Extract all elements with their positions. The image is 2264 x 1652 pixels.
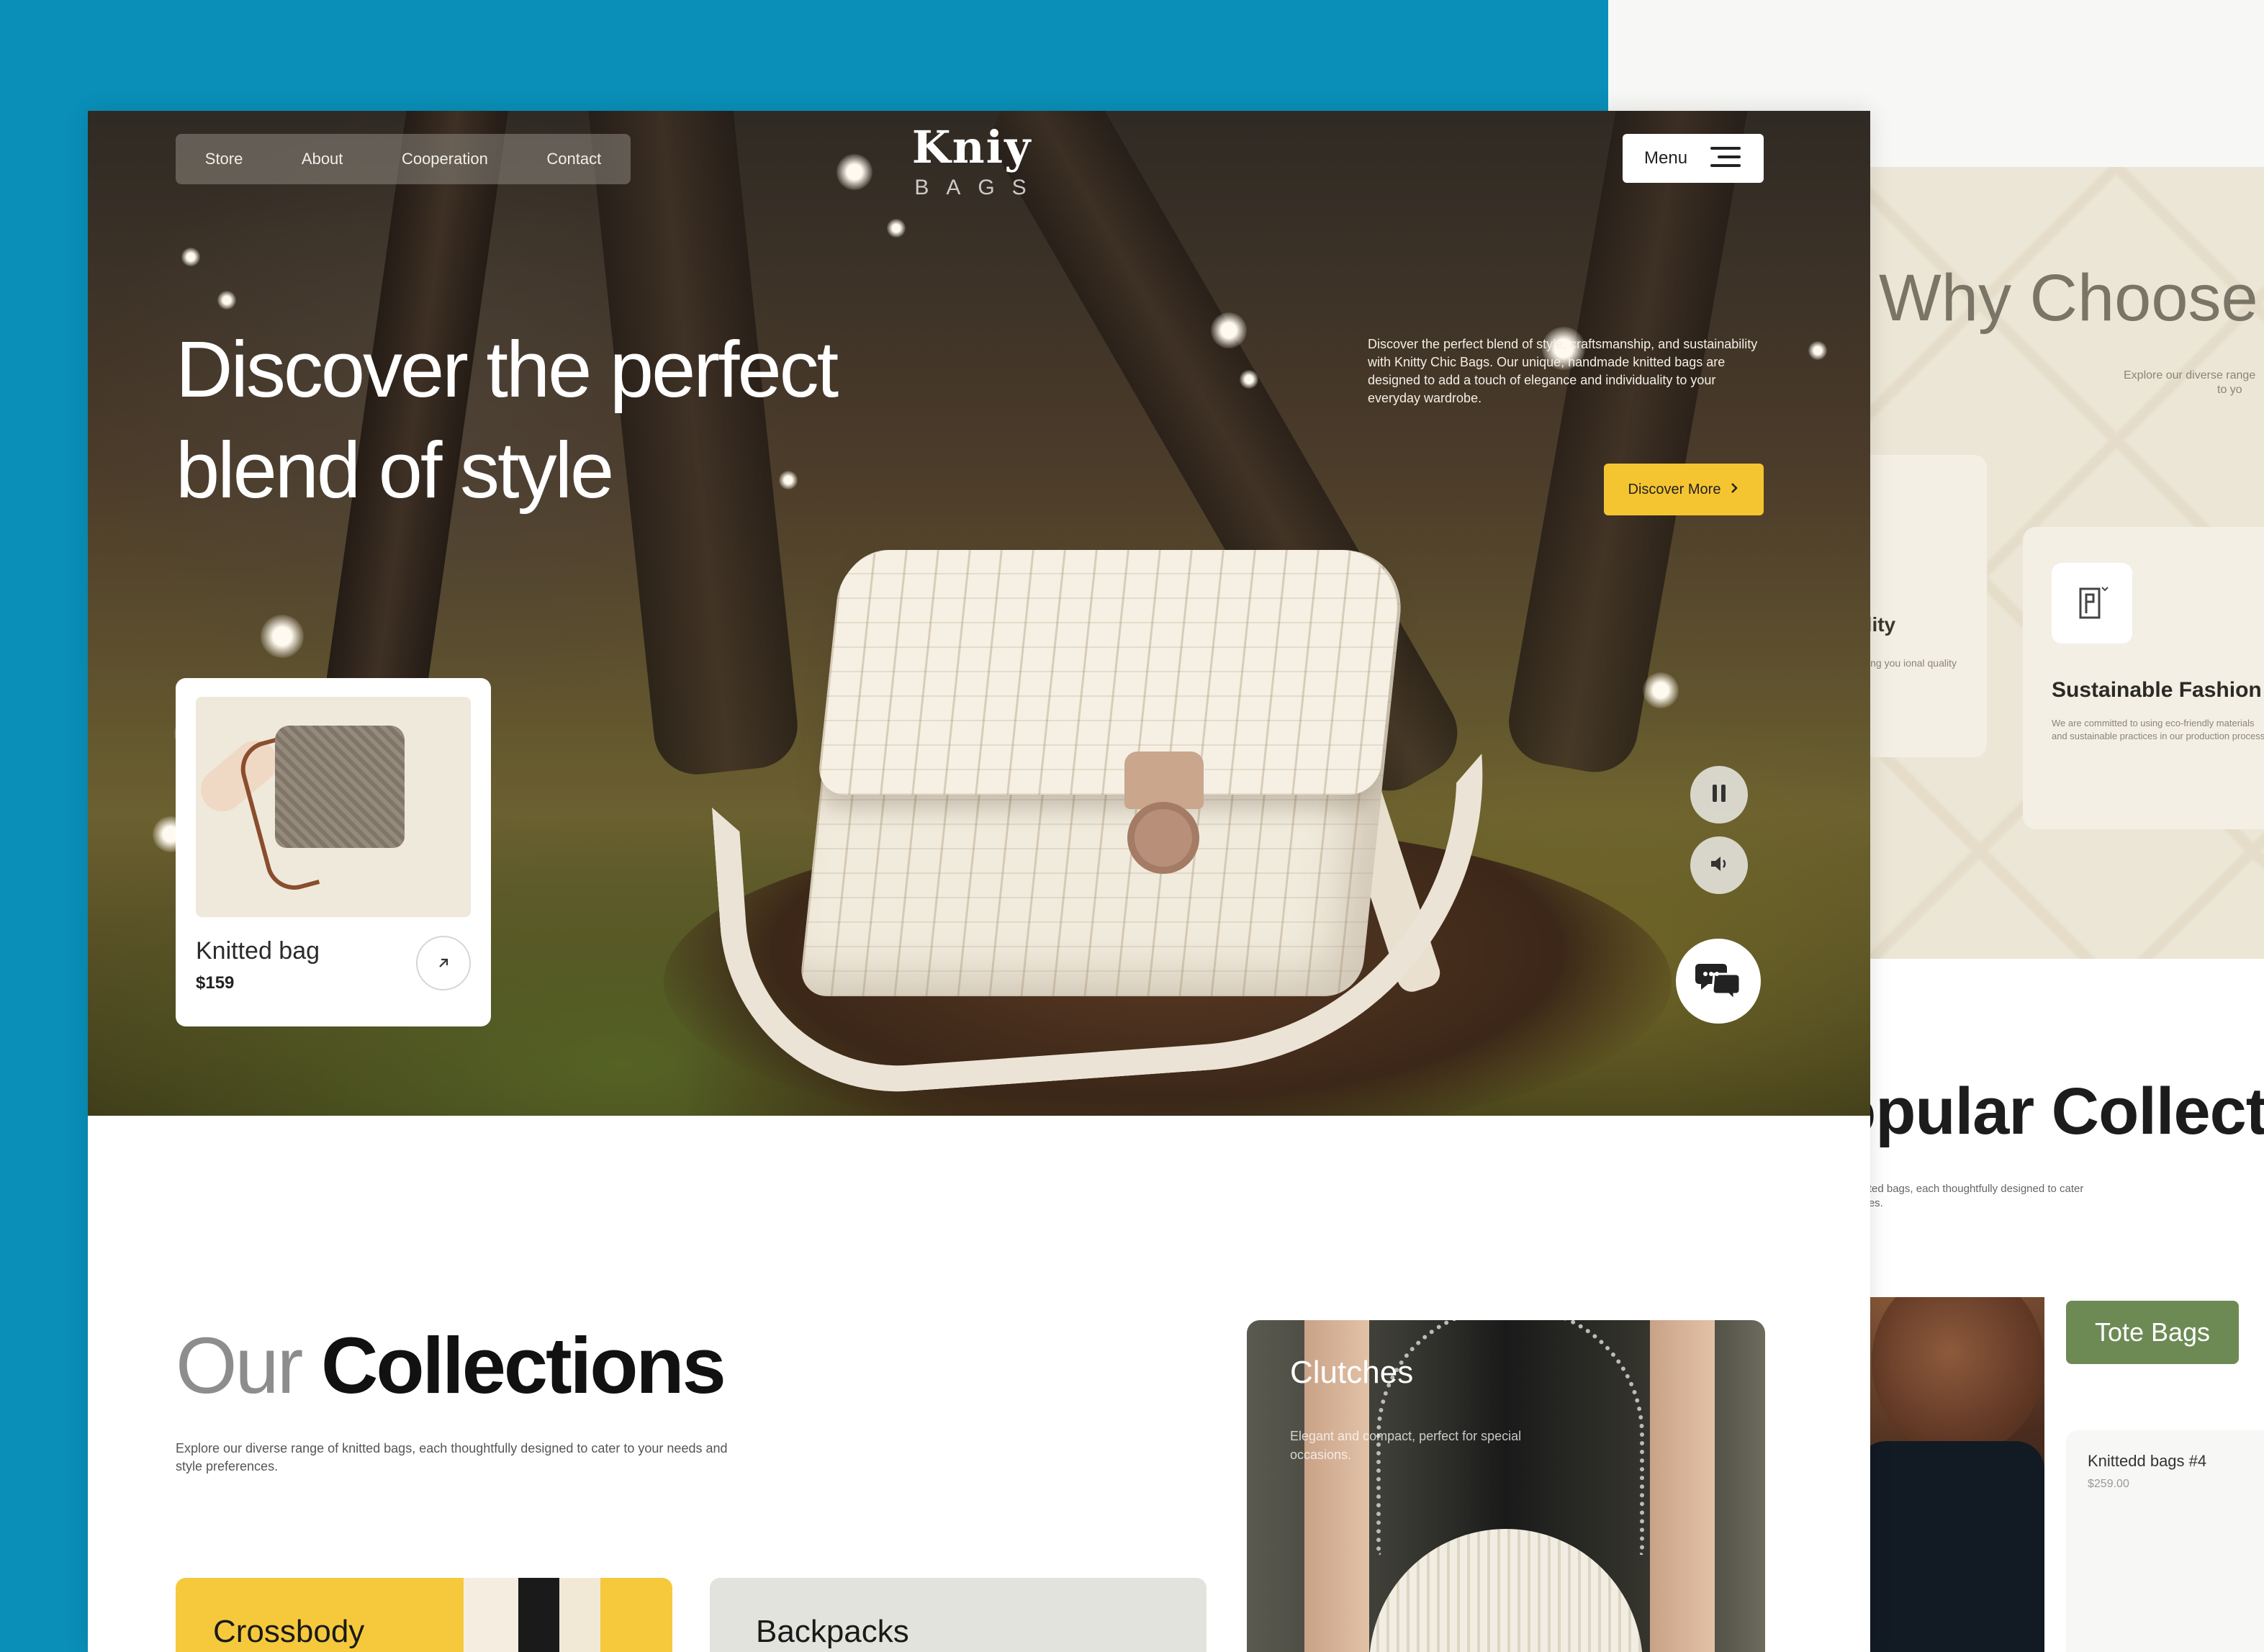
blossom: [1643, 672, 1679, 708]
product-card[interactable]: Knittedd bags #4 $259.00: [2066, 1430, 2264, 1652]
product-price: $259.00: [2088, 1478, 2129, 1490]
nav-cooperation[interactable]: Cooperation: [402, 150, 488, 168]
blossom: [1211, 312, 1247, 348]
collections-title-bold: Collections: [320, 1322, 726, 1410]
nav-about[interactable]: About: [302, 150, 343, 168]
clutches-title: Clutches: [1290, 1355, 1414, 1390]
brand-logo[interactable]: Kniy BAGS: [900, 124, 1044, 200]
hero-description: Discover the perfect blend of style, cra…: [1368, 337, 1758, 405]
why-choose-section: Why Choose Explore our diverse range to …: [1843, 167, 2264, 959]
why-subtitle-line1: Explore our diverse range: [2124, 369, 2256, 382]
category-crossbody-label: Crossbody: [213, 1614, 365, 1649]
category-backpacks[interactable]: Backpacks: [710, 1578, 1207, 1652]
volume-icon: [1708, 853, 1730, 878]
featured-product-card[interactable]: Knitted bag $159: [176, 678, 491, 1026]
hero-title: Discover the perfect blend of style: [176, 320, 968, 521]
tote-bags-button[interactable]: Tote Bags: [2066, 1301, 2239, 1364]
popular-subtitle-line2: nces.: [1857, 1196, 2083, 1211]
product-price: $159: [196, 973, 235, 993]
volume-button[interactable]: [1690, 836, 1748, 894]
blossom: [1808, 341, 1827, 360]
popular-collections-title: opular Collect: [1843, 1075, 2264, 1148]
popular-collections-subtitle: nitted bags, each thoughtfully designed …: [1857, 1182, 2083, 1211]
hero-section: Store About Cooperation Contact Kniy BAG…: [88, 111, 1870, 1116]
discover-more-button[interactable]: Discover More: [1604, 464, 1764, 515]
clutches-description: Elegant and compact, perfect for special…: [1290, 1429, 1522, 1462]
tree-trunk: [1502, 111, 1755, 780]
nav-contact[interactable]: Contact: [546, 150, 601, 168]
hero-bag-image: [664, 521, 1672, 1116]
category-crossbody[interactable]: Crossbody: [176, 1578, 672, 1652]
crossbody-image: [464, 1578, 600, 1652]
blossom: [836, 154, 872, 190]
model-photo: [1843, 1297, 2044, 1652]
blossom: [261, 615, 304, 658]
collections-title: Our Collections: [176, 1320, 726, 1412]
discover-more-label: Discover More: [1628, 481, 1721, 497]
logo-subtitle: BAGS: [914, 176, 1044, 199]
blossom: [181, 248, 200, 266]
chevron-right-icon: [1729, 482, 1739, 498]
why-choose-subtitle: Explore our diverse range to yo: [2124, 369, 2255, 397]
top-nav: Store About Cooperation Contact: [176, 134, 631, 184]
menu-lines-icon: [1709, 144, 1742, 173]
pause-button[interactable]: [1690, 766, 1748, 823]
why-subtitle-line2: to yo: [2217, 384, 2242, 396]
hero-title-line1: Discover the perfect: [176, 325, 839, 414]
nav-store[interactable]: Store: [205, 150, 243, 168]
category-clutches[interactable]: Clutches Elegant and compact, perfect fo…: [1247, 1320, 1765, 1652]
menu-label: Menu: [1644, 148, 1688, 168]
logo-wordmark: Kniy: [911, 121, 1032, 173]
hero-title-line2: blend of style: [176, 426, 614, 515]
bag-clasp: [1124, 751, 1204, 910]
main-page: Store About Cooperation Contact Kniy BAG…: [88, 111, 1870, 1652]
collections-title-light: Our: [176, 1322, 303, 1410]
blossom: [887, 219, 906, 238]
fashion-tag-icon: [2052, 563, 2132, 644]
blossom: [217, 291, 236, 310]
menu-button[interactable]: Menu: [1623, 134, 1764, 183]
model-face: [1872, 1297, 2044, 1455]
collections-subtitle: Explore our diverse range of knitted bag…: [176, 1441, 728, 1473]
sustainable-fashion-description: We are committed to using eco-friendly m…: [2052, 718, 2264, 741]
product-name: Knitted bag: [196, 937, 320, 965]
chat-button[interactable]: [1676, 939, 1761, 1024]
bag-flap: [816, 550, 1404, 795]
model-clothing: [1857, 1441, 2044, 1652]
secondary-page: Why Choose Explore our diverse range to …: [1843, 167, 2264, 1652]
sustainable-fashion-title: Sustainable Fashion: [2052, 678, 2262, 702]
category-backpacks-label: Backpacks: [756, 1614, 909, 1649]
popular-subtitle-line1: nitted bags, each thoughtfully designed …: [1857, 1183, 2084, 1195]
blossom: [1240, 370, 1258, 389]
chat-icon: [1695, 958, 1741, 1005]
arrow-up-right-icon[interactable]: [416, 936, 471, 990]
product-image: [196, 697, 471, 917]
product-name: Knittedd bags #4: [2088, 1452, 2207, 1470]
watermark: ite.com: [1159, 1268, 1299, 1316]
pause-icon: [1710, 782, 1728, 808]
why-choose-title: Why Choose: [1879, 261, 2258, 335]
sustainable-fashion-card: Sustainable Fashion We are committed to …: [2023, 527, 2264, 829]
